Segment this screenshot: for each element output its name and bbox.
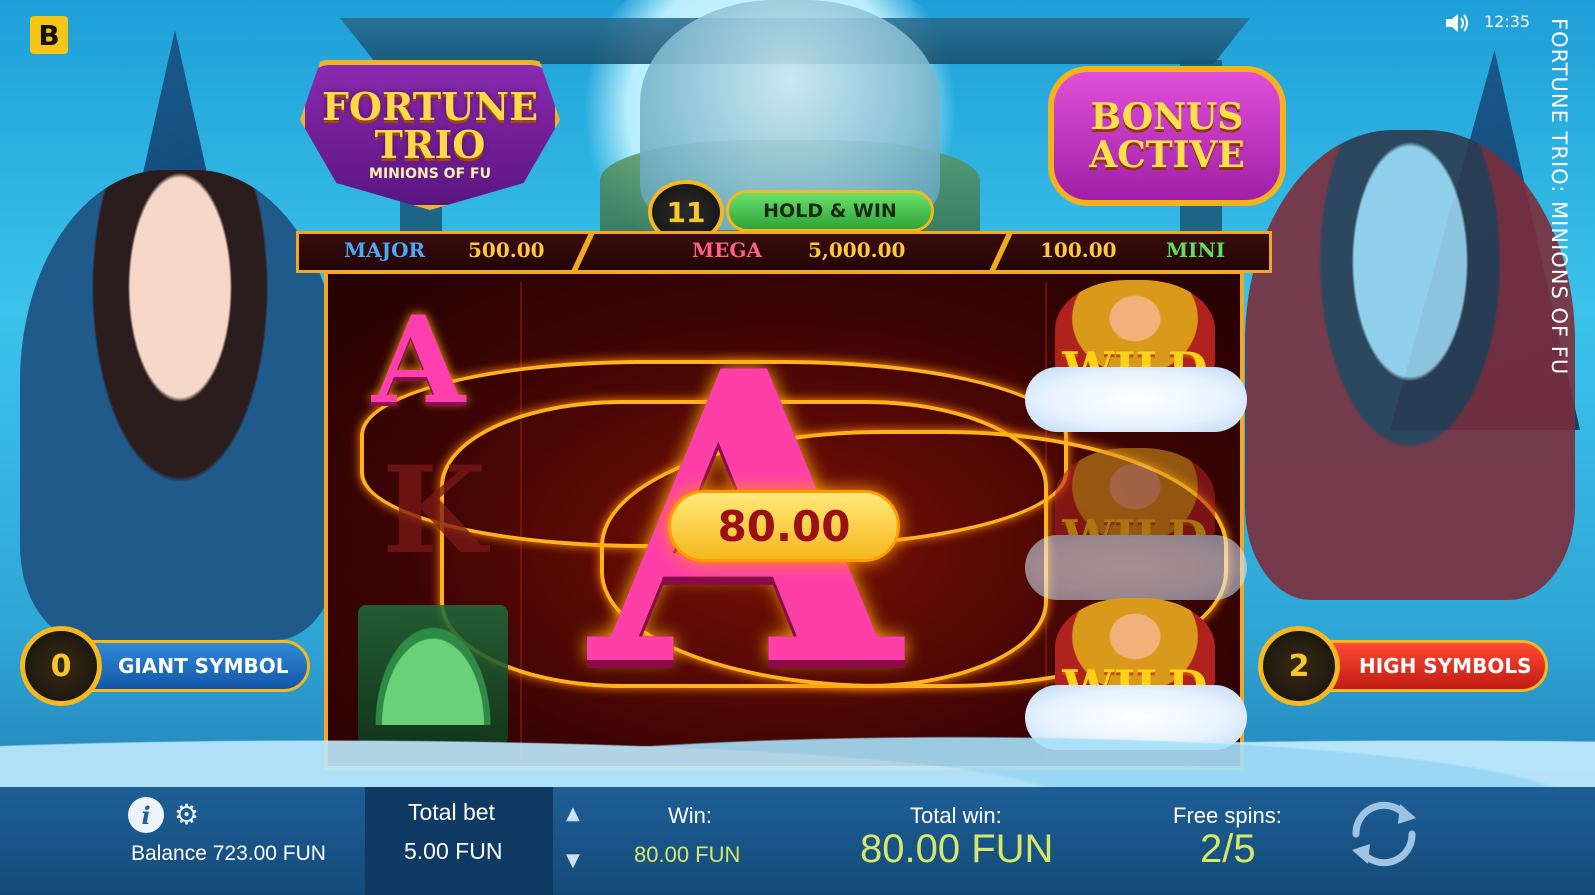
cloud-foreground xyxy=(0,700,1595,795)
win-label: Win: xyxy=(668,803,712,828)
total-win-label: Total win: xyxy=(910,803,1002,828)
high-symbols-count: 2 xyxy=(1258,626,1340,706)
balance: Balance 723.00 FUN xyxy=(131,842,326,865)
giant-symbol-label: GIANT SYMBOL xyxy=(118,654,289,678)
vertical-game-title: FORTUNE TRIO: MINIONS OF FU xyxy=(1547,18,1571,376)
jackpot-mini-value: 100.00 xyxy=(1040,238,1117,262)
high-symbols-label: HIGH SYMBOLS xyxy=(1359,654,1532,678)
logo-line-2: TRIO xyxy=(374,122,486,167)
gear-icon[interactable]: ⚙ xyxy=(174,801,202,829)
bonus-line-2: ACTIVE xyxy=(1089,134,1245,176)
brand-logo-icon: B xyxy=(30,16,68,54)
logo-line-1: FORTUNE xyxy=(321,84,539,129)
bet-decrease-button[interactable]: ▼ xyxy=(566,850,580,871)
win-amount-pill: 80.00 xyxy=(668,490,900,562)
wild-symbol: WILD xyxy=(1025,272,1247,432)
free-spins-label: Free spins: xyxy=(1173,803,1282,828)
jackpot-mega-value: 5,000.00 xyxy=(808,238,906,262)
total-bet-label: Total bet xyxy=(408,799,495,825)
win-value: 80.00 FUN xyxy=(634,842,741,867)
hold-and-win-label: HOLD & WIN xyxy=(726,190,934,232)
spin-icon[interactable] xyxy=(1344,794,1424,874)
jackpot-bar xyxy=(296,231,1272,273)
clock: 12:35 xyxy=(1484,12,1531,31)
symbol-a: A xyxy=(372,290,466,431)
wild-symbol: WILD xyxy=(1025,440,1247,600)
jackpot-major-label: MAJOR xyxy=(344,238,426,262)
jackpot-mega-label: MEGA xyxy=(692,238,762,262)
game-logo: FORTUNE TRIO MINIONS OF FU xyxy=(300,60,560,210)
symbol-k: K xyxy=(382,440,487,581)
bonus-line-1: BONUS xyxy=(1090,96,1244,138)
girl-character xyxy=(20,170,340,640)
speaker-icon[interactable] xyxy=(1444,12,1470,34)
cloud-icon xyxy=(1025,367,1247,432)
bet-increase-button[interactable]: ▲ xyxy=(566,803,580,824)
total-win-value: 80.00 FUN xyxy=(860,827,1054,871)
jackpot-major-value: 500.00 xyxy=(468,238,545,262)
logo-line-3: MINIONS OF FU xyxy=(369,166,491,182)
info-icon[interactable]: i xyxy=(128,797,164,833)
free-spins-value: 2/5 xyxy=(1200,827,1256,871)
bearded-man-character xyxy=(1245,130,1575,600)
jackpot-mini-label: MINI xyxy=(1166,238,1226,262)
total-bet-value: 5.00 FUN xyxy=(404,838,503,864)
bonus-active-badge: BONUS ACTIVE xyxy=(1048,66,1286,206)
giant-symbol-count: 0 xyxy=(20,626,102,706)
